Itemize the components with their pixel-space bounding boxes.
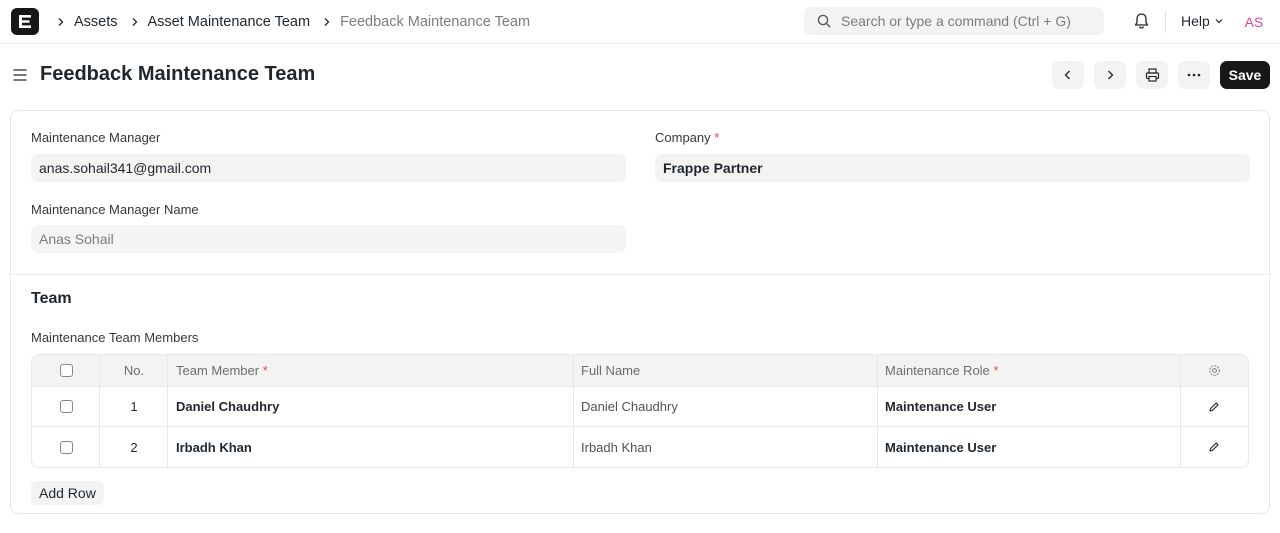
printer-icon (1145, 68, 1160, 82)
table-row[interactable]: 2 Irbadh Khan Irbadh Khan Maintenance Us… (32, 427, 1248, 467)
team-member-cell[interactable]: Daniel Chaudhry (176, 387, 279, 426)
search-input[interactable] (841, 13, 1091, 29)
row-checkbox[interactable] (60, 427, 73, 467)
table-row[interactable]: 1 Daniel Chaudhry Daniel Chaudhry Mainte… (32, 387, 1248, 427)
company-label-text: Company (655, 130, 711, 145)
team-members-label-text: Maintenance Team Members (31, 330, 199, 345)
search-icon (817, 14, 831, 28)
more-actions-button[interactable] (1178, 61, 1210, 89)
next-doc-button[interactable] (1094, 61, 1126, 89)
column-header-maintenance-role: Maintenance Role * (885, 355, 998, 386)
manager-name-label: Maintenance Manager Name (31, 202, 199, 217)
breadcrumb-assets[interactable]: Assets (74, 14, 118, 30)
bell-icon[interactable] (1133, 12, 1150, 30)
required-indicator: * (714, 130, 720, 145)
chevron-right-icon (56, 17, 66, 27)
search-bar[interactable] (804, 7, 1104, 35)
row-number: 2 (130, 439, 138, 455)
breadcrumb: Assets Asset Maintenance Team Feedback M… (52, 0, 530, 44)
help-menu[interactable]: Help (1181, 13, 1224, 29)
company-field[interactable]: Frappe Partner (655, 154, 1250, 182)
app-logo-icon[interactable] (11, 8, 39, 35)
column-divider (1180, 355, 1181, 467)
full-name-cell: Daniel Chaudhry (581, 399, 678, 414)
save-button[interactable]: Save (1220, 61, 1270, 89)
column-header-no: No. (123, 363, 145, 378)
chevron-down-icon (1214, 16, 1224, 26)
maintenance-manager-label-text: Maintenance Manager (31, 130, 161, 145)
navbar-divider (1165, 11, 1166, 33)
breadcrumb-current: Feedback Maintenance Team (340, 14, 531, 30)
column-settings-icon[interactable] (1208, 355, 1221, 386)
chevron-right-icon (1104, 69, 1116, 81)
column-header-full-name: Full Name (581, 363, 641, 378)
previous-doc-button[interactable] (1052, 61, 1084, 89)
top-navbar: Assets Asset Maintenance Team Feedback M… (0, 0, 1280, 44)
manager-name-label-text: Maintenance Manager Name (31, 202, 199, 217)
select-all-checkbox[interactable] (60, 355, 73, 386)
row-number: 1 (130, 399, 138, 414)
team-member-cell[interactable]: Irbadh Khan (176, 427, 252, 467)
ellipsis-icon (1187, 73, 1201, 77)
column-divider (167, 355, 168, 467)
print-button[interactable] (1136, 61, 1168, 89)
breadcrumb-asset-maintenance-team[interactable]: Asset Maintenance Team (148, 14, 311, 30)
form-card: Maintenance Manager anas.sohail341@gmail… (10, 110, 1270, 514)
required-indicator: * (262, 363, 268, 378)
column-header-team-member-text: Team Member (176, 363, 260, 378)
column-divider (573, 355, 574, 467)
chevron-right-icon (322, 17, 332, 27)
add-row-button[interactable]: Add Row (31, 481, 104, 505)
manager-name-field: Anas Sohail (31, 225, 626, 253)
column-header-maintenance-role-text: Maintenance Role (885, 363, 990, 378)
edit-pencil-icon[interactable] (1208, 427, 1220, 467)
team-members-label: Maintenance Team Members (31, 330, 198, 345)
maintenance-role-cell[interactable]: Maintenance User (885, 427, 996, 467)
team-members-table: No. Team Member * Full Name Maintenance … (31, 354, 1249, 468)
avatar[interactable]: AS (1243, 11, 1265, 33)
sidebar-toggle-icon[interactable] (12, 67, 28, 83)
page-title: Feedback Maintenance Team (40, 63, 316, 85)
maintenance-manager-field[interactable]: anas.sohail341@gmail.com (31, 154, 626, 182)
edit-pencil-icon[interactable] (1208, 387, 1220, 426)
section-divider (11, 274, 1269, 275)
row-checkbox[interactable] (60, 387, 73, 426)
company-label: Company * (655, 130, 719, 145)
table-header: No. Team Member * Full Name Maintenance … (32, 355, 1248, 387)
chevron-left-icon (1062, 69, 1074, 81)
chevron-right-icon (130, 17, 140, 27)
column-header-team-member: Team Member * (176, 355, 268, 386)
team-section-title: Team (31, 290, 72, 307)
maintenance-manager-label: Maintenance Manager (31, 130, 160, 145)
required-indicator: * (993, 363, 999, 378)
maintenance-role-cell[interactable]: Maintenance User (885, 387, 996, 426)
help-label: Help (1181, 13, 1210, 29)
full-name-cell: Irbadh Khan (581, 439, 652, 455)
column-divider (99, 355, 100, 467)
column-divider (877, 355, 878, 467)
